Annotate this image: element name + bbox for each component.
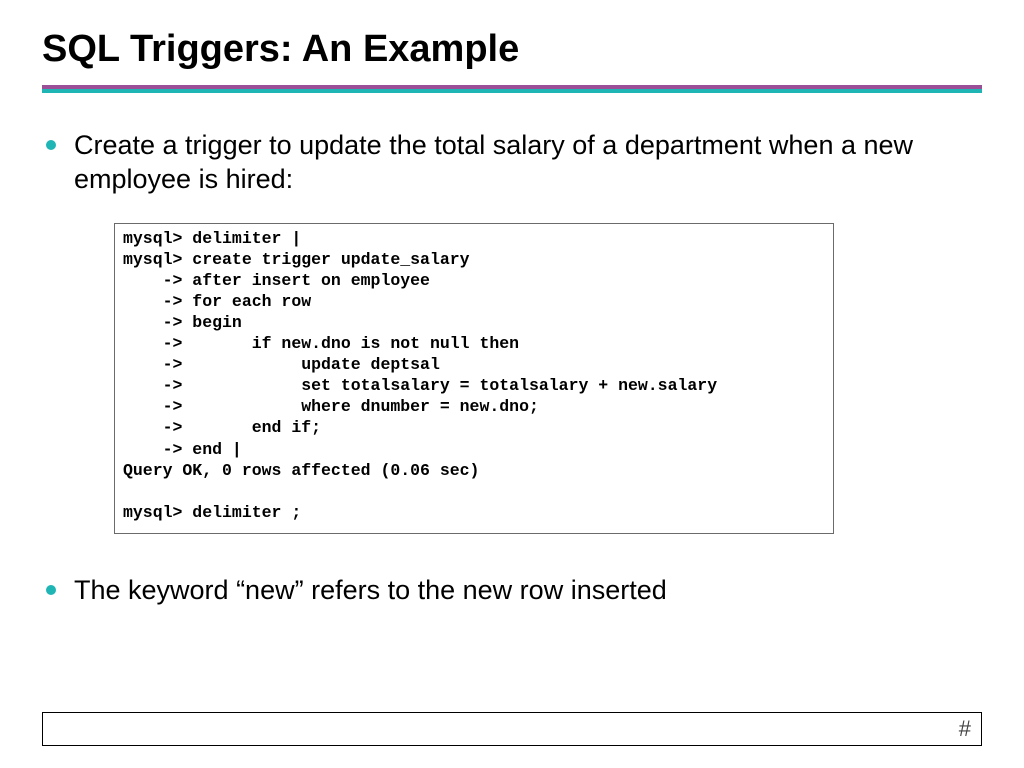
bullet-text: Create a trigger to update the total sal… [74, 129, 982, 197]
code-text: mysql> delimiter | mysql> create trigger… [123, 228, 825, 524]
bullet-text: The keyword “new” refers to the new row … [74, 574, 667, 608]
bullet-item: The keyword “new” refers to the new row … [46, 574, 982, 608]
bullet-item: Create a trigger to update the total sal… [46, 129, 982, 197]
bullet-list-2: The keyword “new” refers to the new row … [46, 574, 982, 608]
bullet-list: Create a trigger to update the total sal… [46, 129, 982, 197]
bullet-dot-icon [46, 585, 56, 595]
rule-teal [42, 89, 982, 93]
slide-title: SQL Triggers: An Example [42, 28, 982, 71]
bullet-dot-icon [46, 140, 56, 150]
footer: # [42, 712, 982, 746]
code-block: mysql> delimiter | mysql> create trigger… [114, 223, 834, 535]
title-rule [42, 85, 982, 93]
slide: SQL Triggers: An Example Create a trigge… [0, 0, 1024, 768]
page-number: # [959, 716, 971, 742]
slide-body: Create a trigger to update the total sal… [42, 129, 982, 608]
